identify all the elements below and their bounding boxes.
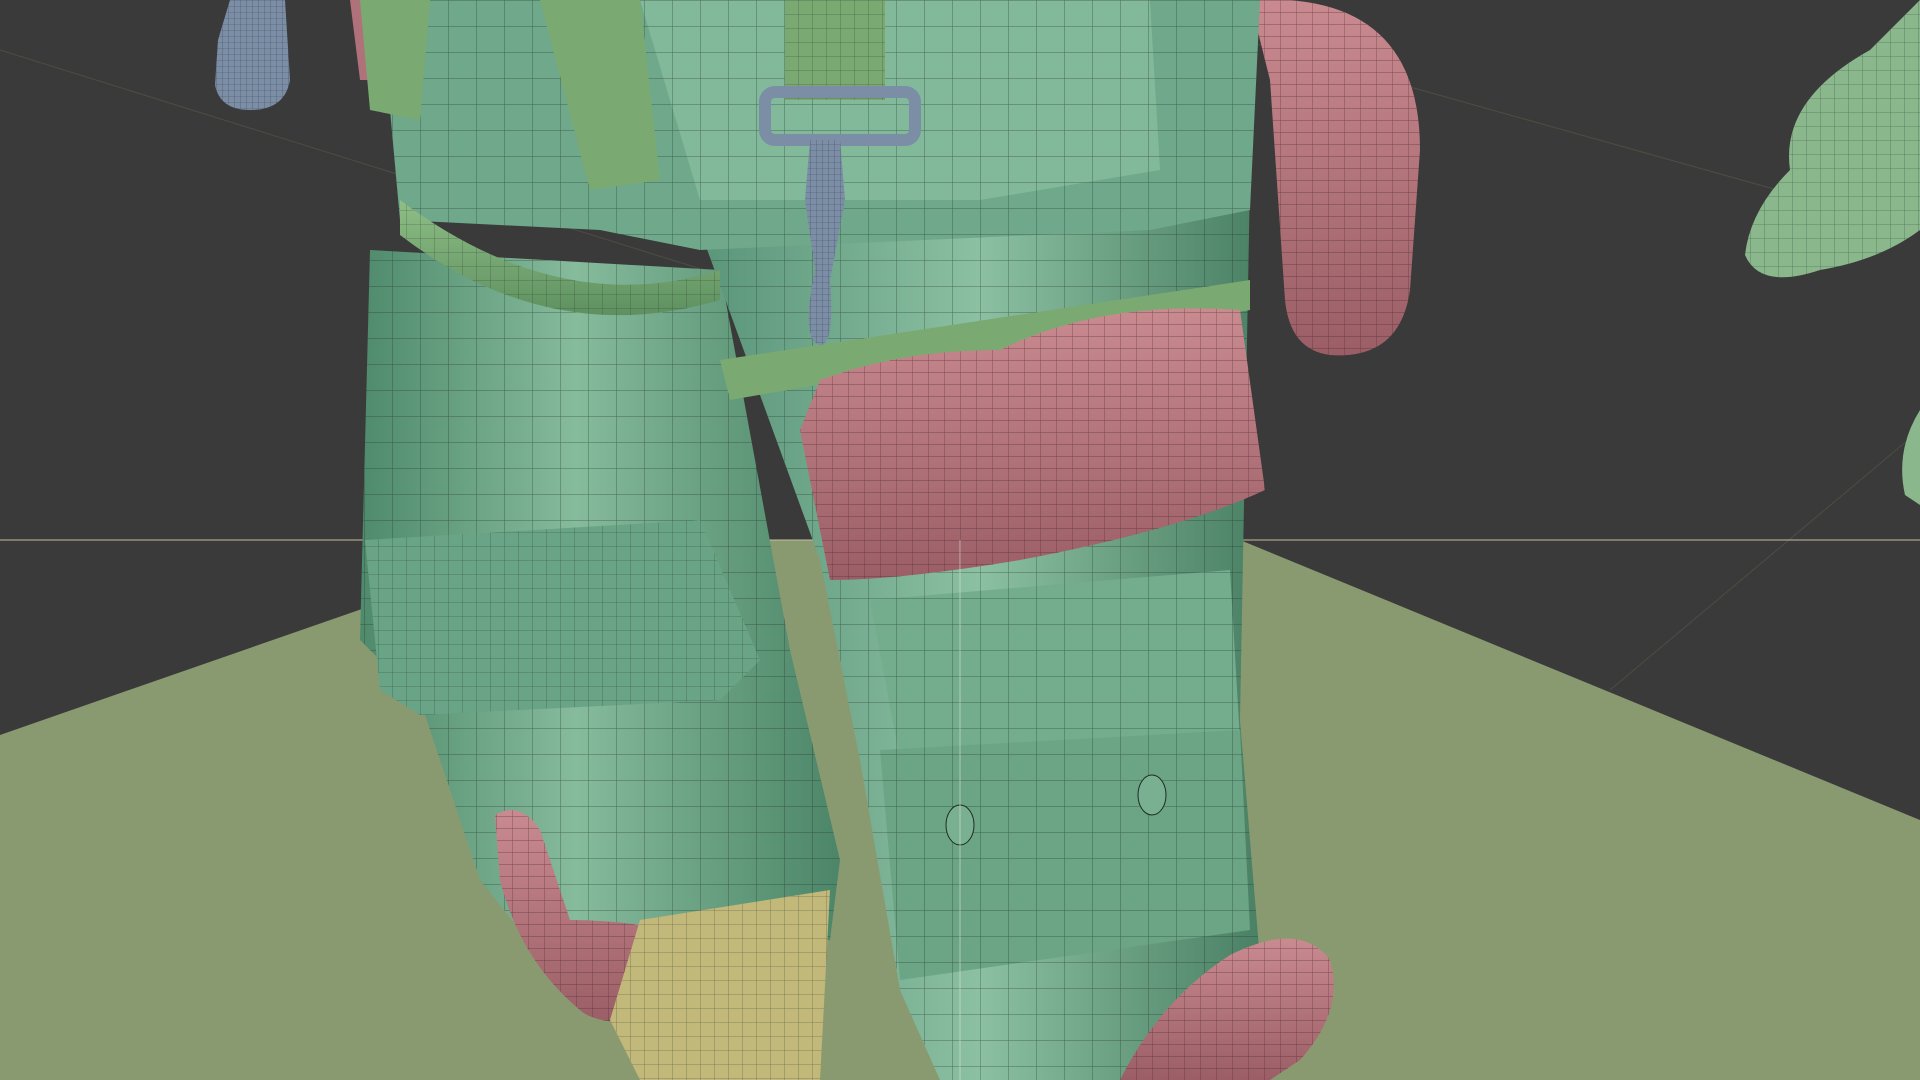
3d-viewport[interactable]	[0, 0, 1920, 1080]
metal-hook	[215, 0, 290, 110]
viewport-scene[interactable]	[0, 0, 1920, 1080]
pocket-button	[1137, 774, 1167, 816]
character-hand	[1745, 0, 1920, 505]
backpack-pad	[1250, 0, 1420, 356]
